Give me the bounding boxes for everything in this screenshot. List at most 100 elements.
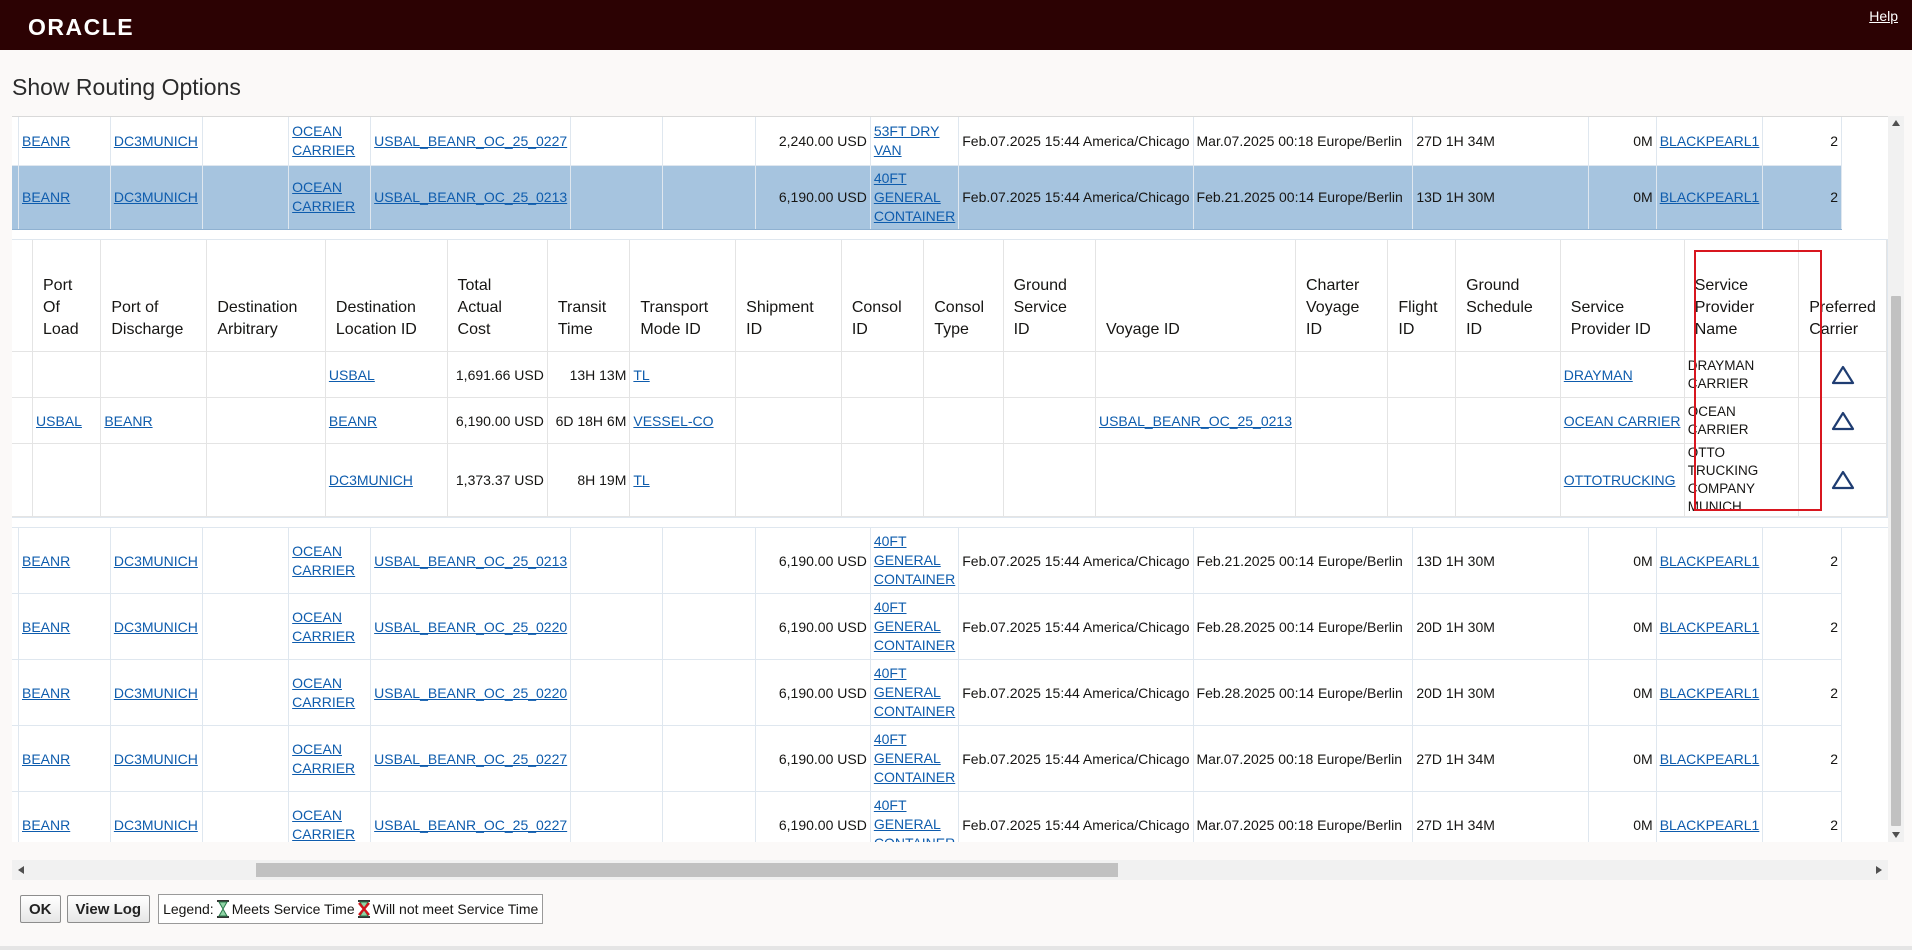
voyage-link[interactable]: USBAL_BEANR_OC_25_0227	[374, 817, 567, 833]
carrier-link[interactable]: OCEAN CARRIER	[292, 179, 355, 214]
ok-button[interactable]: OK	[20, 895, 61, 923]
scroll-left-icon[interactable]	[18, 866, 24, 874]
column-header[interactable]: Port of Discharge	[100, 239, 208, 352]
column-header[interactable]: Ground Service ID	[1003, 239, 1096, 352]
route-leg-row[interactable]: USBAL 1,691.66 USD 13H 13M TL DRAYMAN DRAYMAN…	[12, 351, 1887, 398]
route-row[interactable]: BEANR DC3MUNICH OCEAN CARRIER USBAL_BEANR_O…	[12, 791, 1888, 842]
carrier-link[interactable]: OCEAN CARRIER	[292, 741, 355, 776]
column-header[interactable]: Service Provider Name	[1684, 239, 1800, 352]
transit-time-cell: 20D 1H 30M	[1412, 659, 1589, 726]
service-provider-link[interactable]: BLACKPEARL1	[1660, 189, 1760, 205]
service-provider-link[interactable]: BLACKPEARL1	[1660, 685, 1760, 701]
route-row[interactable]: BEANR DC3MUNICH OCEAN CARRIER USBAL_BEANR_O…	[12, 725, 1888, 792]
scroll-up-icon[interactable]	[1892, 120, 1900, 126]
column-header[interactable]: Consol ID	[841, 239, 925, 352]
service-provider-link[interactable]: BLACKPEARL1	[1660, 817, 1760, 833]
port-of-discharge-link[interactable]: BEANR	[22, 133, 70, 149]
carrier-link[interactable]: OCEAN CARRIER	[292, 675, 355, 710]
vertical-scrollbar[interactable]	[1888, 116, 1904, 842]
triangle-warning-icon[interactable]	[1831, 365, 1855, 385]
port-of-discharge-link-cell: BEANR	[100, 397, 208, 444]
column-header[interactable]: Charter Voyage ID	[1295, 239, 1389, 352]
route-row[interactable]: BEANR DC3MUNICH OCEAN CARRIER USBAL_BEANR_O…	[12, 527, 1888, 594]
column-header[interactable]: Voyage ID	[1095, 239, 1297, 352]
route-leg-row[interactable]: USBAL BEANR BEANR 6,190.00 USD 6D 18H 6M VESS…	[12, 397, 1887, 444]
voyage-id-link[interactable]: USBAL_BEANR_OC_25_0213	[1099, 413, 1292, 429]
route-row[interactable]: BEANR DC3MUNICH OCEAN CARRIER USBAL_BEANR_O…	[12, 593, 1888, 660]
triangle-warning-icon[interactable]	[1831, 470, 1855, 490]
column-header[interactable]: Flight ID	[1387, 239, 1457, 352]
port-of-load-link-cell	[32, 443, 102, 517]
transport-mode-link[interactable]: VESSEL-CO	[633, 413, 713, 429]
horizontal-scrollbar[interactable]	[12, 860, 1888, 880]
equipment-link[interactable]: 40FT GENERAL CONTAINER	[874, 731, 955, 785]
equipment-link[interactable]: 40FT GENERAL CONTAINER	[874, 599, 955, 653]
carrier-link[interactable]: OCEAN CARRIER	[292, 609, 355, 644]
port-of-discharge-link[interactable]: BEANR	[22, 685, 70, 701]
destination-location-link[interactable]: BEANR	[329, 413, 377, 429]
voyage-link[interactable]: USBAL_BEANR_OC_25_0213	[374, 189, 567, 205]
port-of-discharge-link[interactable]: BEANR	[22, 619, 70, 635]
destination-link[interactable]: DC3MUNICH	[114, 685, 198, 701]
destination-link[interactable]: DC3MUNICH	[114, 553, 198, 569]
carrier-link[interactable]: OCEAN CARRIER	[292, 543, 355, 578]
voyage-link[interactable]: USBAL_BEANR_OC_25_0227	[374, 133, 567, 149]
voyage-link[interactable]: USBAL_BEANR_OC_25_0213	[374, 553, 567, 569]
scroll-right-icon[interactable]	[1876, 866, 1882, 874]
column-header[interactable]: Preferred Carrier	[1798, 239, 1887, 352]
service-provider-link[interactable]: BLACKPEARL1	[1660, 133, 1760, 149]
route-row[interactable]: BEANR DC3MUNICH OCEAN CARRIER USBAL_BEANR_O…	[12, 117, 1888, 166]
column-header[interactable]: Ground Schedule ID	[1455, 239, 1561, 352]
column-header[interactable]: Total Actual Cost	[447, 239, 548, 352]
column-header[interactable]: Service Provider ID	[1560, 239, 1685, 352]
route-leg-row[interactable]: DC3MUNICH 1,373.37 USD 8H 19M TL OTTOTRUCKIN…	[12, 443, 1887, 517]
destination-link[interactable]: DC3MUNICH	[114, 751, 198, 767]
equipment-link[interactable]: 40FT GENERAL CONTAINER	[874, 170, 955, 224]
column-header[interactable]: Transport Mode ID	[629, 239, 737, 352]
column-header[interactable]: Transit Time	[547, 239, 631, 352]
destination-location-link[interactable]: USBAL	[329, 367, 375, 383]
equipment-link[interactable]: 53FT DRY VAN	[874, 123, 940, 158]
carrier-link[interactable]: OCEAN CARRIER	[292, 807, 355, 842]
service-provider-link[interactable]: BLACKPEARL1	[1660, 619, 1760, 635]
destination-link[interactable]: DC3MUNICH	[114, 619, 198, 635]
triangle-warning-icon[interactable]	[1831, 411, 1855, 431]
help-link[interactable]: Help	[1869, 8, 1898, 24]
column-header[interactable]: Consol Type	[923, 239, 1004, 352]
voyage-link[interactable]: USBAL_BEANR_OC_25_0220	[374, 685, 567, 701]
voyage-link[interactable]: USBAL_BEANR_OC_25_0227	[374, 751, 567, 767]
port-of-discharge-link[interactable]: BEANR	[22, 189, 70, 205]
carrier-link[interactable]: OCEAN CARRIER	[292, 123, 355, 158]
service-provider-id-link[interactable]: DRAYMAN	[1564, 367, 1633, 383]
horizontal-scroll-thumb[interactable]	[256, 863, 1118, 877]
column-header[interactable]: Shipment ID	[735, 239, 842, 352]
total-cost-value-cell: 6,190.00 USD	[447, 397, 548, 444]
service-provider-id-link[interactable]: OTTOTRUCKING	[1564, 472, 1676, 488]
column-header[interactable]: Destination Location ID	[325, 239, 448, 352]
voyage-link[interactable]: USBAL_BEANR_OC_25_0220	[374, 619, 567, 635]
service-provider-link[interactable]: BLACKPEARL1	[1660, 751, 1760, 767]
port-of-discharge-link[interactable]: BEANR	[22, 751, 70, 767]
transport-mode-link[interactable]: TL	[633, 472, 649, 488]
equipment-link[interactable]: 40FT GENERAL CONTAINER	[874, 797, 955, 842]
transport-mode-link[interactable]: TL	[633, 367, 649, 383]
destination-location-link[interactable]: DC3MUNICH	[329, 472, 413, 488]
port-of-discharge-link[interactable]: BEANR	[104, 413, 152, 429]
route-row[interactable]: BEANR DC3MUNICH OCEAN CARRIER USBAL_BEANR_O…	[12, 659, 1888, 726]
port-of-discharge-link[interactable]: BEANR	[22, 817, 70, 833]
column-header[interactable]: Port Of Load	[32, 239, 102, 352]
route-row[interactable]: BEANR DC3MUNICH OCEAN CARRIER USBAL_BEANR_O…	[12, 165, 1888, 230]
equipment-link[interactable]: 40FT GENERAL CONTAINER	[874, 533, 955, 587]
service-provider-link[interactable]: BLACKPEARL1	[1660, 553, 1760, 569]
port-of-load-link[interactable]: USBAL	[36, 413, 82, 429]
destination-link[interactable]: DC3MUNICH	[114, 817, 198, 833]
column-header[interactable]: Destination Arbitrary	[206, 239, 326, 352]
destination-link[interactable]: DC3MUNICH	[114, 189, 198, 205]
service-provider-id-link[interactable]: OCEAN CARRIER	[1564, 413, 1681, 429]
scroll-down-icon[interactable]	[1892, 832, 1900, 838]
port-of-discharge-link[interactable]: BEANR	[22, 553, 70, 569]
destination-link[interactable]: DC3MUNICH	[114, 133, 198, 149]
view-log-button[interactable]: View Log	[66, 895, 151, 923]
equipment-link[interactable]: 40FT GENERAL CONTAINER	[874, 665, 955, 719]
vertical-scroll-thumb[interactable]	[1891, 296, 1901, 826]
